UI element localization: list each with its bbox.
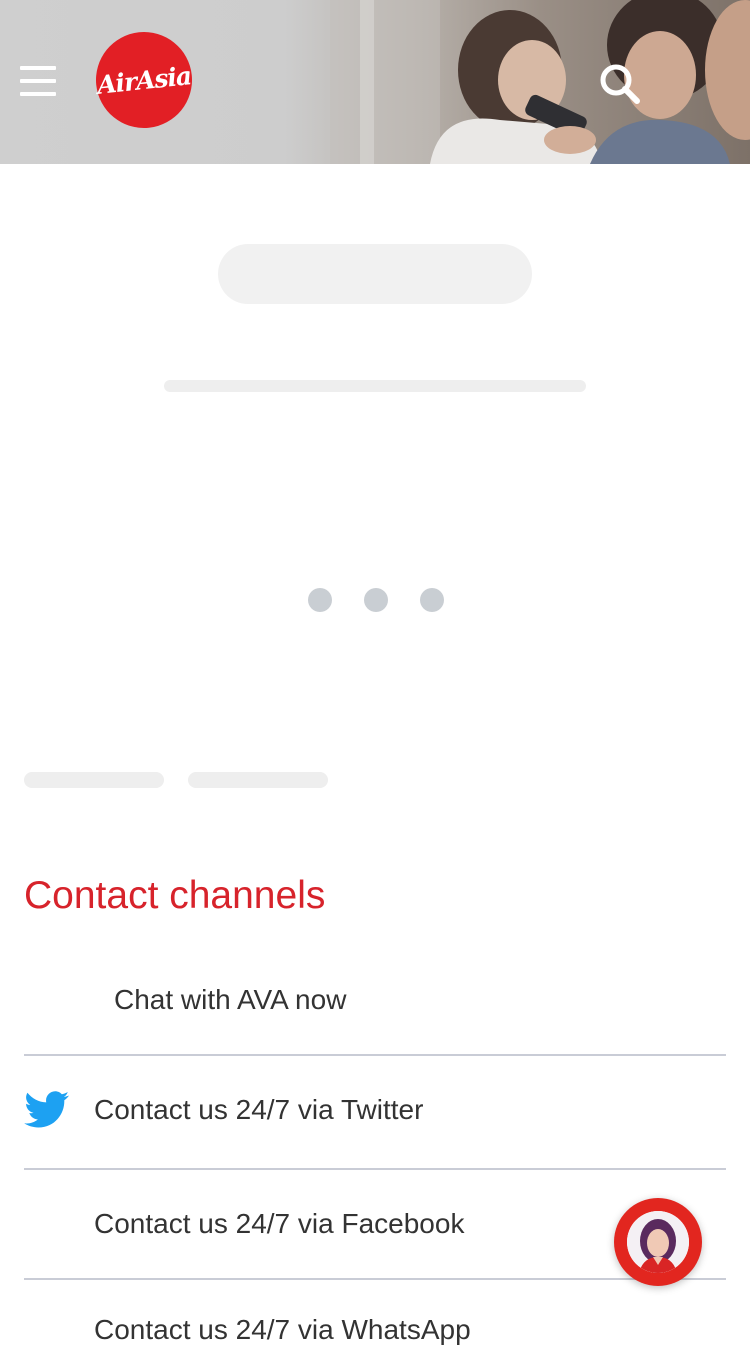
- header-banner: AirAsia: [0, 0, 750, 164]
- hamburger-menu-button[interactable]: [20, 66, 56, 96]
- ava-chat-button[interactable]: [614, 1198, 702, 1286]
- divider: [24, 1278, 726, 1280]
- search-button[interactable]: [598, 62, 642, 106]
- divider: [24, 1054, 726, 1056]
- ava-avatar-icon: [627, 1211, 689, 1273]
- skeleton-tab-placeholder: [188, 772, 328, 788]
- loading-dot: [364, 588, 388, 612]
- channel-label: Contact us 24/7 via Facebook: [94, 1208, 465, 1239]
- skeleton-title-placeholder: [218, 244, 532, 304]
- channel-label: Chat with AVA now: [114, 984, 347, 1015]
- loading-dot: [308, 588, 332, 612]
- channel-label: Contact us 24/7 via WhatsApp: [94, 1314, 471, 1345]
- skeleton-tab-placeholder: [24, 772, 164, 788]
- channel-label: Contact us 24/7 via Twitter: [94, 1094, 424, 1125]
- search-icon: [600, 64, 640, 104]
- channel-chat-ava[interactable]: Chat with AVA now: [24, 978, 726, 1022]
- twitter-icon: [24, 1091, 70, 1128]
- hamburger-menu-icon: [20, 66, 56, 70]
- divider: [24, 1168, 726, 1170]
- loading-dot: [420, 588, 444, 612]
- skeleton-line-placeholder: [164, 380, 586, 392]
- channel-whatsapp[interactable]: Contact us 24/7 via WhatsApp: [24, 1308, 726, 1352]
- contact-channels-title: Contact channels: [24, 874, 326, 917]
- channel-twitter[interactable]: Contact us 24/7 via Twitter: [24, 1088, 726, 1132]
